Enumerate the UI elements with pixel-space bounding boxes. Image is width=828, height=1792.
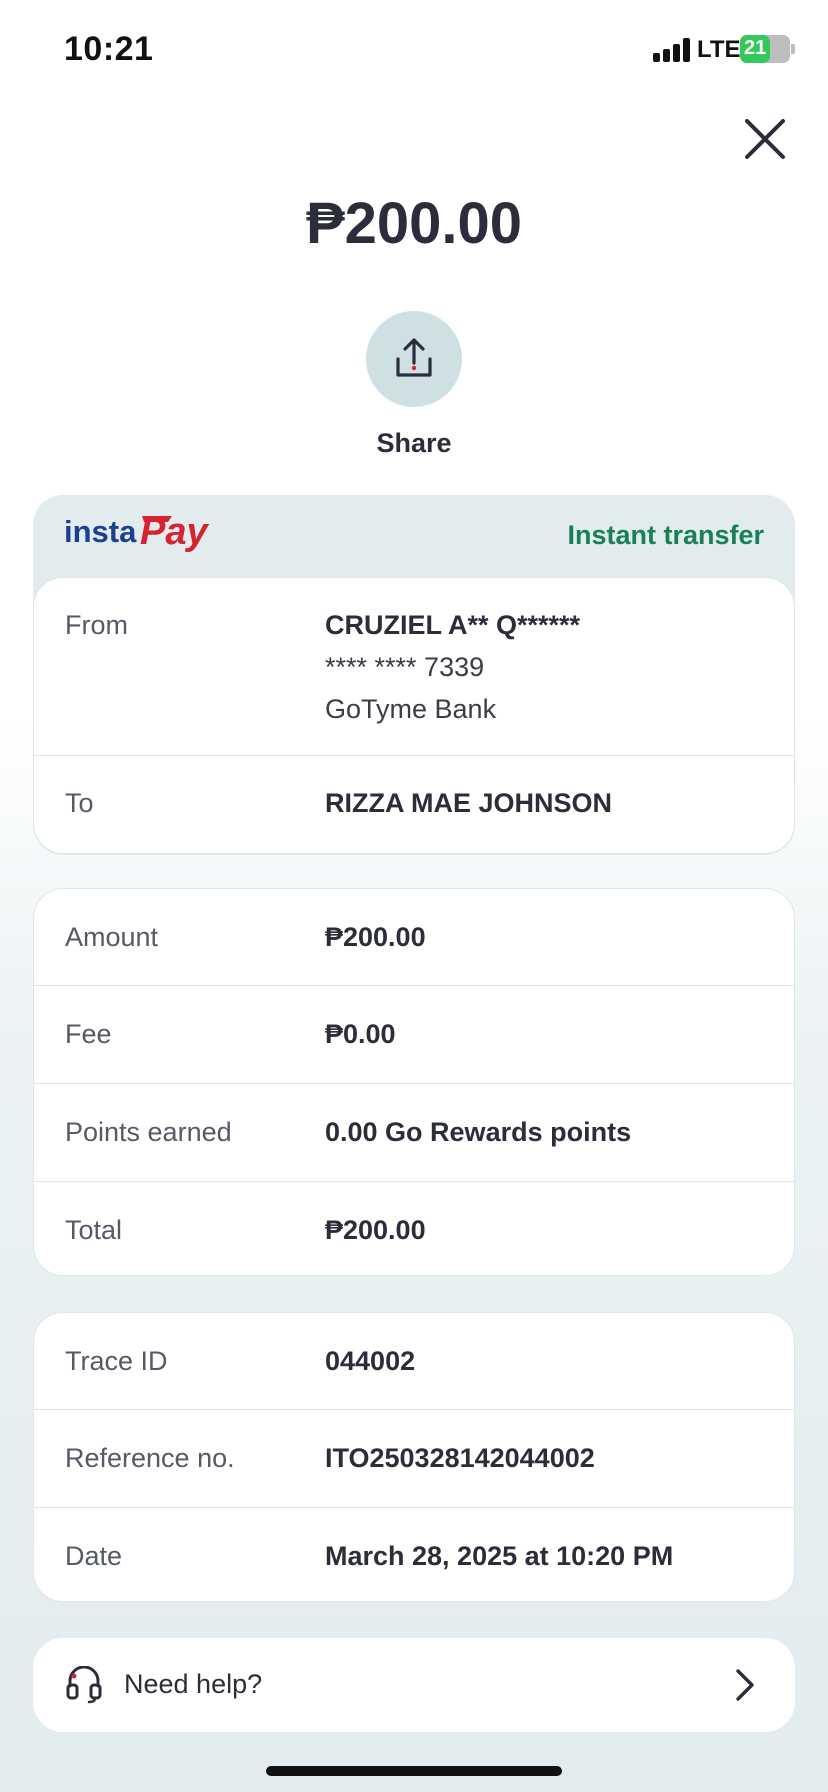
to-name: RIZZA MAE JOHNSON (325, 788, 613, 818)
need-help-label: Need help? (124, 1669, 263, 1699)
from-name: CRUZIEL A** Q****** (325, 610, 581, 640)
points-row: Points earned 0.00 Go Rewards points (34, 1084, 794, 1182)
reference-row: Reference no. ITO250328142044002 (34, 1410, 794, 1508)
instapay-logo: insta Pay (64, 508, 224, 558)
battery-icon: 21 (740, 35, 790, 63)
close-icon (745, 119, 785, 159)
from-account: **** **** 7339 (325, 652, 485, 682)
amounts-card: Amount ₱200.00 Fee ₱0.00 Points earned 0… (33, 888, 795, 1276)
status-time: 10:21 (64, 30, 154, 68)
share-button[interactable] (366, 311, 462, 407)
amount-row: Amount ₱200.00 (34, 889, 794, 986)
battery-level: 21 (744, 37, 767, 59)
total-value: ₱200.00 (325, 1215, 426, 1245)
network-label: LTE (697, 36, 741, 63)
date-value: March 28, 2025 at 10:20 PM (325, 1541, 674, 1571)
points-value: 0.00 Go Rewards points (325, 1117, 632, 1147)
reference-value: ITO250328142044002 (325, 1443, 595, 1473)
parties-card: From CRUZIEL A** Q****** **** **** 7339 … (33, 577, 795, 854)
to-row: To RIZZA MAE JOHNSON (34, 756, 794, 853)
trace-label: Trace ID (65, 1346, 168, 1376)
status-bar: 10:21 LTE 21 (0, 0, 828, 100)
reference-label: Reference no. (65, 1443, 235, 1473)
share-icon (396, 338, 432, 377)
transfer-type-label: Instant transfer (567, 520, 764, 550)
signal-icon (653, 38, 691, 62)
transaction-amount: ₱200.00 (305, 191, 523, 256)
fee-label: Fee (65, 1019, 112, 1049)
total-label: Total (65, 1215, 123, 1245)
trace-value: 044002 (325, 1346, 416, 1376)
share-label: Share (376, 428, 452, 458)
to-label: To (65, 788, 94, 818)
fee-value: ₱0.00 (325, 1019, 396, 1049)
amount-value: ₱200.00 (325, 922, 426, 952)
points-label: Points earned (65, 1117, 232, 1147)
battery-nub (791, 44, 795, 54)
total-row: Total ₱200.00 (34, 1182, 794, 1275)
date-row: Date March 28, 2025 at 10:20 PM (34, 1508, 794, 1601)
fee-row: Fee ₱0.00 (34, 986, 794, 1084)
from-label: From (65, 610, 128, 640)
home-indicator[interactable] (266, 1766, 562, 1776)
headset-icon (66, 1666, 102, 1704)
amount-label: Amount (65, 922, 159, 952)
trace-row: Trace ID 044002 (34, 1313, 794, 1410)
need-help-button[interactable]: Need help? (33, 1638, 795, 1732)
date-label: Date (65, 1541, 123, 1571)
chevron-right-icon (736, 1669, 754, 1701)
from-bank: GoTyme Bank (325, 694, 497, 724)
details-card: Trace ID 044002 Reference no. ITO2503281… (33, 1312, 795, 1602)
from-row: From CRUZIEL A** Q****** **** **** 7339 … (34, 578, 794, 756)
close-button[interactable] (740, 114, 790, 164)
instapay-logo-prefix: insta (64, 514, 137, 549)
